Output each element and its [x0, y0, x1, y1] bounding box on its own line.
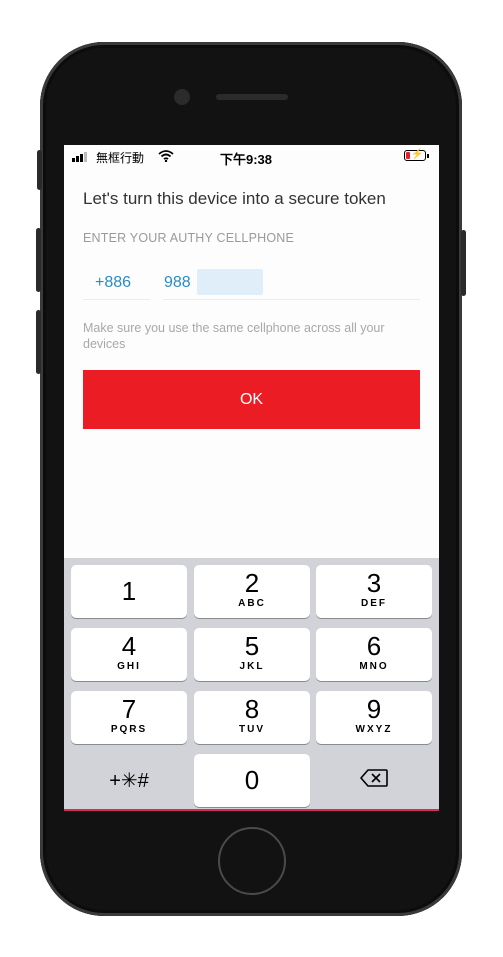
mute-switch	[37, 150, 42, 190]
front-camera	[174, 89, 190, 105]
key-digit: 5	[244, 631, 260, 661]
key-digit: 0	[244, 765, 260, 795]
key-letters: JKL	[239, 661, 265, 672]
earpiece-speaker	[216, 94, 288, 100]
country-code-value: +886	[95, 274, 132, 291]
delete-key[interactable]	[316, 754, 432, 807]
screen-bottom-accent	[64, 809, 439, 811]
key-8[interactable]: 8 TUV	[194, 691, 310, 744]
key-5[interactable]: 5 JKL	[194, 628, 310, 681]
key-1[interactable]: 1	[71, 565, 187, 618]
power-button	[461, 230, 466, 296]
volume-up-button	[36, 228, 41, 292]
key-letters: WXYZ	[355, 724, 393, 735]
key-4[interactable]: 4 GHI	[71, 628, 187, 681]
key-letters: GHI	[117, 661, 141, 672]
key-digit: 9	[366, 694, 382, 724]
battery-charging-icon: ⚡	[404, 149, 426, 161]
help-text: Make sure you use the same cellphone acr…	[83, 321, 385, 351]
phone-number-field[interactable]: 988	[163, 267, 420, 300]
key-digit: 1	[121, 576, 137, 606]
key-letters: TUV	[239, 724, 265, 735]
volume-down-button	[36, 310, 41, 374]
phone-field-label: ENTER YOUR AUTHY CELLPHONE	[83, 231, 295, 245]
home-button[interactable]	[218, 827, 286, 895]
numeric-keypad: 1 2 ABC 3 DEF 4 GHI 5 JKL 6 MNO 7 PQRS 8…	[64, 558, 439, 811]
key-digit: 2	[244, 568, 260, 598]
key-digit: 8	[244, 694, 260, 724]
battery-tip	[427, 154, 429, 158]
backspace-icon	[316, 768, 432, 794]
status-bar: 無框行動 下午9:38 ⚡	[64, 145, 439, 169]
carrier-name: 無框行動	[96, 151, 145, 165]
wifi-icon	[158, 150, 174, 165]
symbols-key-label: +✳#	[109, 770, 149, 792]
phone-number-value: 988	[164, 274, 191, 291]
key-7[interactable]: 7 PQRS	[71, 691, 187, 744]
key-letters: MNO	[359, 661, 389, 672]
symbols-key[interactable]: +✳#	[71, 754, 187, 807]
signal-icon	[72, 152, 87, 162]
ok-button[interactable]: OK	[83, 370, 420, 429]
status-time: 下午9:38	[220, 152, 273, 167]
key-letters: PQRS	[110, 724, 148, 735]
key-6[interactable]: 6 MNO	[316, 628, 432, 681]
key-digit: 6	[366, 631, 382, 661]
redacted-number	[197, 269, 263, 295]
key-digit: 4	[121, 631, 137, 661]
key-3[interactable]: 3 DEF	[316, 565, 432, 618]
phone-screen: 無框行動 下午9:38 ⚡ Let's turn this device int…	[64, 145, 439, 811]
key-letters: ABC	[238, 598, 266, 609]
key-9[interactable]: 9 WXYZ	[316, 691, 432, 744]
key-2[interactable]: 2 ABC	[194, 565, 310, 618]
key-0[interactable]: 0	[194, 754, 310, 807]
page-title: Let's turn this device into a secure tok…	[83, 189, 386, 208]
country-code-field[interactable]: +886	[83, 267, 150, 300]
key-digit: 7	[121, 694, 137, 724]
key-letters: DEF	[361, 598, 387, 609]
key-digit: 3	[366, 568, 382, 598]
